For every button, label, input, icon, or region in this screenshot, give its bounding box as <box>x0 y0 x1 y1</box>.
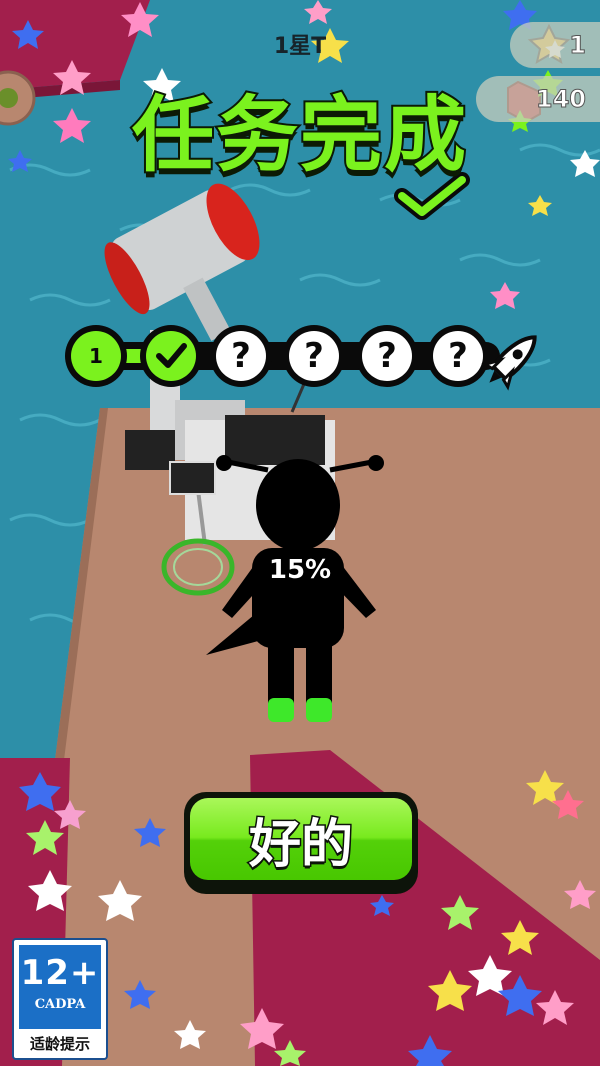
progress-node-label-5: ? <box>377 336 397 376</box>
age-rating-org: CADPA <box>34 997 86 1012</box>
progress-node-label-3: ? <box>231 336 251 376</box>
age-rating-note: 适龄提示 <box>29 1035 90 1053</box>
ok-button-label: 好的 <box>247 813 354 876</box>
ok-button-face[interactable]: 好的 <box>190 798 412 880</box>
ok-button[interactable]: 好的 <box>184 792 418 894</box>
mission-complete-title: 任务完成 <box>130 86 468 185</box>
progress-node-label-4: ? <box>304 336 324 376</box>
age-rating-panel: 12+ CADPA <box>19 945 101 1029</box>
age-rating-badge: 12+ CADPA 适龄提示 <box>12 938 108 1060</box>
progress-node-label-1: 1 <box>89 344 103 368</box>
progress-node-2 <box>140 325 202 387</box>
progress-node-label-6: ? <box>448 336 468 376</box>
character-progress-percent: 15% <box>268 555 332 586</box>
age-rating-value: 12+ <box>20 953 100 993</box>
star-count: 1 <box>569 31 587 60</box>
star-currency-display: 1 <box>510 22 600 68</box>
